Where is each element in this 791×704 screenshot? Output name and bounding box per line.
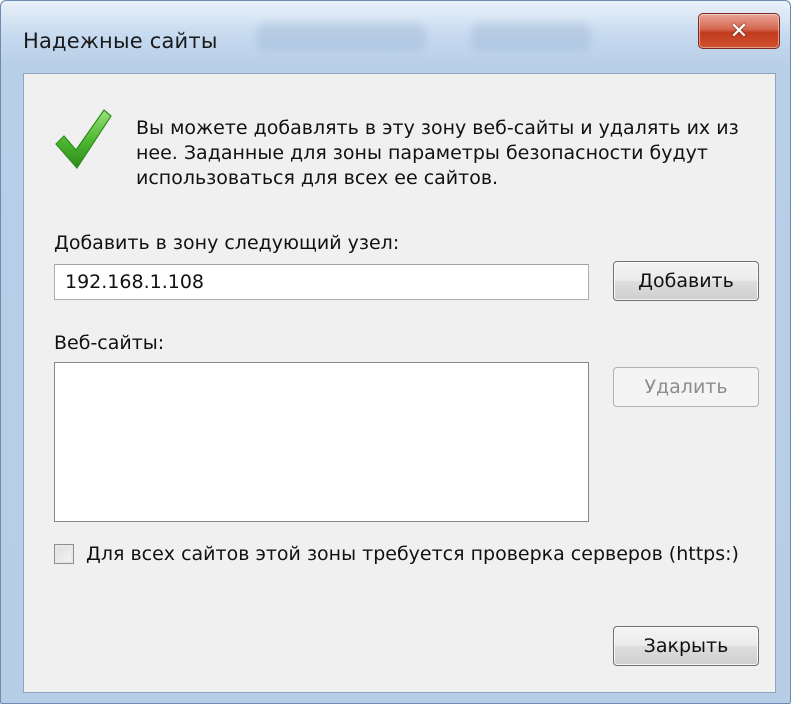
- add-button[interactable]: Добавить: [613, 261, 759, 301]
- zone-description-text: Вы можете добавлять в эту зону веб-сайты…: [136, 117, 739, 189]
- remove-button[interactable]: Удалить: [613, 367, 759, 407]
- websites-listbox[interactable]: [54, 362, 589, 522]
- dialog-client-area: Вы можете добавлять в эту зону веб-сайты…: [23, 73, 776, 693]
- green-checkmark-icon: [55, 109, 112, 169]
- close-icon: ✕: [729, 18, 749, 44]
- title-bar-background-ghost: [471, 23, 591, 51]
- close-button[interactable]: Закрыть: [613, 626, 759, 666]
- window-close-button[interactable]: ✕: [698, 13, 780, 49]
- add-zone-label: Добавить в зону следующий узел:: [54, 232, 400, 254]
- add-site-input[interactable]: [54, 264, 589, 300]
- trusted-sites-window: Надежные сайты ✕ Вы можете добавлять в э…: [0, 0, 791, 704]
- https-required-checkbox[interactable]: [54, 544, 74, 564]
- window-title: Надежные сайты: [23, 29, 218, 53]
- title-bar[interactable]: Надежные сайты: [1, 1, 790, 73]
- https-required-label[interactable]: Для всех сайтов этой зоны требуется пров…: [86, 543, 739, 565]
- title-bar-background-ghost: [256, 23, 426, 51]
- websites-label: Веб-сайты:: [54, 332, 165, 354]
